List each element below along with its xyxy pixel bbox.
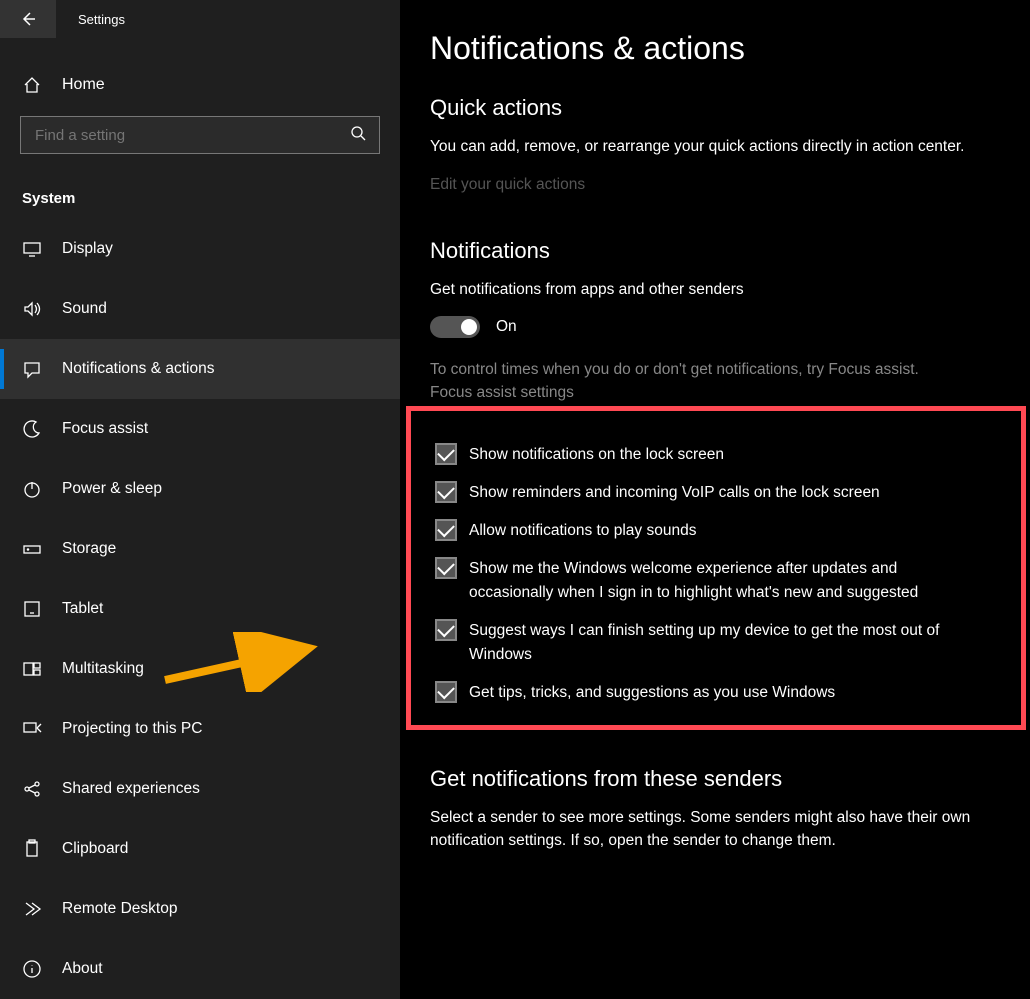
sidebar: Settings Home System Display Sound Notif… [0,0,400,999]
checkbox-row-sounds: Allow notifications to play sounds [425,519,985,543]
storage-icon [22,539,42,559]
multitasking-icon [22,659,42,679]
titlebar: Settings [0,0,400,38]
notifications-toggle-row: On [430,316,1000,338]
sound-icon [22,299,42,319]
sidebar-item-display[interactable]: Display [0,219,400,279]
sidebar-item-shared-experiences[interactable]: Shared experiences [0,759,400,819]
about-icon [22,959,42,979]
sidebar-item-label: Display [62,240,113,258]
projecting-icon [22,719,42,739]
notifications-heading: Notifications [430,238,1000,264]
search-wrap [0,116,400,154]
checkbox-tips[interactable] [435,681,457,703]
notification-icon [22,359,42,379]
sidebar-item-label: Shared experiences [62,780,200,798]
home-icon [22,75,42,95]
sidebar-item-tablet[interactable]: Tablet [0,579,400,639]
sidebar-item-sound[interactable]: Sound [0,279,400,339]
sidebar-item-label: Storage [62,540,116,558]
checkbox-label: Get tips, tricks, and suggestions as you… [469,681,835,705]
checkbox-sounds[interactable] [435,519,457,541]
sidebar-item-label: Clipboard [62,840,128,858]
checkbox-lock-screen[interactable] [435,443,457,465]
nav-list: Display Sound Notifications & actions Fo… [0,219,400,999]
power-icon [22,479,42,499]
checkbox-row-setup: Suggest ways I can finish setting up my … [425,619,985,667]
sidebar-item-label: Remote Desktop [62,900,177,918]
notifications-toggle[interactable] [430,316,480,338]
senders-heading: Get notifications from these senders [430,766,1000,792]
quick-actions-description: You can add, remove, or rearrange your q… [430,135,990,158]
shared-icon [22,779,42,799]
window-title: Settings [78,12,125,27]
sidebar-item-about[interactable]: About [0,939,400,999]
remote-icon [22,899,42,919]
clipboard-icon [22,839,42,859]
sidebar-item-label: About [62,960,103,978]
checkbox-label: Allow notifications to play sounds [469,519,696,543]
sidebar-item-label: Multitasking [62,660,144,678]
sidebar-item-storage[interactable]: Storage [0,519,400,579]
category-label: System [0,154,400,219]
checkbox-reminders[interactable] [435,481,457,503]
sidebar-item-label: Notifications & actions [62,360,215,378]
sidebar-item-notifications[interactable]: Notifications & actions [0,339,400,399]
notifications-toggle-description: Get notifications from apps and other se… [430,278,990,301]
sidebar-item-label: Focus assist [62,420,148,438]
page-title: Notifications & actions [430,30,1000,67]
highlighted-checkbox-group: Show notifications on the lock screen Sh… [406,406,1026,730]
back-arrow-icon [20,11,36,27]
notifications-toggle-state: On [496,318,517,336]
moon-icon [22,419,42,439]
focus-assist-settings-link[interactable]: Focus assist settings [430,381,990,404]
checkbox-label: Suggest ways I can finish setting up my … [469,619,985,667]
checkbox-row-reminders: Show reminders and incoming VoIP calls o… [425,481,985,505]
sidebar-home[interactable]: Home [0,54,400,116]
display-icon [22,239,42,259]
senders-description: Select a sender to see more settings. So… [430,806,990,853]
focus-assist-hint: To control times when you do or don't ge… [430,358,990,405]
sidebar-item-label: Power & sleep [62,480,162,498]
sidebar-item-power-sleep[interactable]: Power & sleep [0,459,400,519]
checkbox-setup[interactable] [435,619,457,641]
checkbox-row-welcome: Show me the Windows welcome experience a… [425,557,985,605]
checkbox-welcome[interactable] [435,557,457,579]
checkbox-row-tips: Get tips, tricks, and suggestions as you… [425,681,985,705]
sidebar-item-focus-assist[interactable]: Focus assist [0,399,400,459]
sidebar-item-label: Sound [62,300,107,318]
sidebar-item-label: Tablet [62,600,103,618]
main-content: Notifications & actions Quick actions Yo… [400,0,1030,999]
tablet-icon [22,599,42,619]
focus-assist-hint-text: To control times when you do or don't ge… [430,361,919,378]
checkbox-row-lock-screen: Show notifications on the lock screen [425,443,985,467]
back-button[interactable] [0,0,56,38]
sidebar-item-multitasking[interactable]: Multitasking [0,639,400,699]
sidebar-item-clipboard[interactable]: Clipboard [0,819,400,879]
sidebar-item-projecting[interactable]: Projecting to this PC [0,699,400,759]
home-label: Home [62,76,105,94]
edit-quick-actions-link[interactable]: Edit your quick actions [430,176,585,194]
sidebar-item-label: Projecting to this PC [62,720,202,738]
checkbox-label: Show notifications on the lock screen [469,443,724,467]
checkbox-label: Show me the Windows welcome experience a… [469,557,985,605]
quick-actions-heading: Quick actions [430,95,1000,121]
sidebar-item-remote-desktop[interactable]: Remote Desktop [0,879,400,939]
search-input[interactable] [20,116,380,154]
checkbox-label: Show reminders and incoming VoIP calls o… [469,481,880,505]
